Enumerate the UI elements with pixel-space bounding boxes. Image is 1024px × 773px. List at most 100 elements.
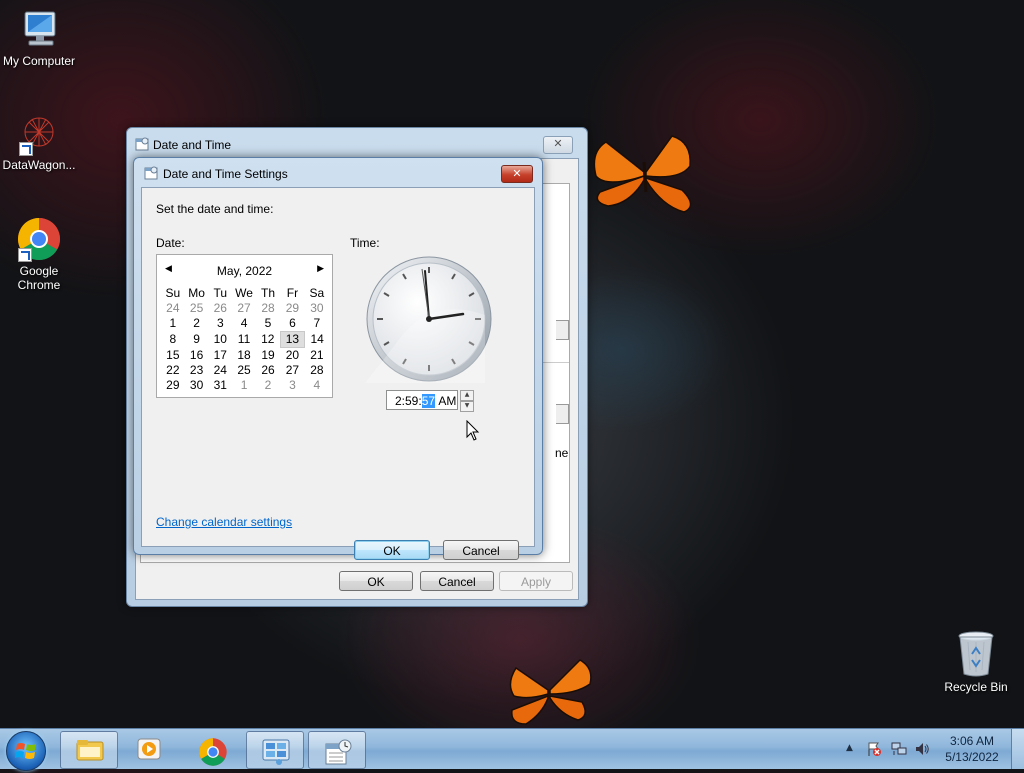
calendar-day[interactable]: 30 bbox=[185, 378, 209, 393]
cancel-button[interactable]: Cancel bbox=[443, 540, 519, 560]
calendar-day[interactable]: 1 bbox=[232, 378, 256, 393]
weekday-label: Th bbox=[261, 286, 276, 300]
weekday-label: We bbox=[235, 286, 253, 300]
calendar-day[interactable]: 30 bbox=[305, 301, 329, 316]
calendar-day[interactable]: 29 bbox=[280, 301, 305, 316]
calendar-week-row: 15 16 17 18 19 20 21 bbox=[161, 348, 329, 364]
calendar-day[interactable]: 27 bbox=[280, 363, 305, 378]
taskbar-control-panel-button[interactable] bbox=[246, 731, 304, 769]
calendar-day[interactable]: 6 bbox=[280, 316, 305, 332]
calendar-day[interactable]: 28 bbox=[256, 301, 280, 316]
volume-icon[interactable] bbox=[914, 741, 930, 760]
chrome-icon bbox=[198, 737, 228, 770]
calendar-day[interactable]: 29 bbox=[161, 378, 185, 393]
calendar-day[interactable]: 19 bbox=[256, 348, 280, 364]
taskbar-clock[interactable]: 3:06 AM 5/13/2022 bbox=[932, 733, 1012, 765]
start-button[interactable] bbox=[6, 731, 46, 771]
close-button[interactable]: ✕ bbox=[543, 136, 573, 154]
network-icon[interactable] bbox=[890, 741, 908, 760]
instruction-text: Set the date and time: bbox=[156, 202, 274, 216]
calendar[interactable]: ◀ May, 2022 ▶ Su Mo Tu We Th Fr Sa 24 25… bbox=[156, 254, 333, 398]
calendar-day[interactable]: 1 bbox=[161, 316, 185, 332]
desktop-icon-recycle-bin[interactable]: Recycle Bin bbox=[938, 630, 1014, 694]
taskbar-date-time-button[interactable] bbox=[308, 731, 366, 769]
calendar-day[interactable]: 3 bbox=[208, 316, 232, 332]
time-spinner[interactable]: ▲ ▼ bbox=[460, 390, 474, 412]
taskbar: ▲ 3:06 AM 5/13/2022 bbox=[0, 728, 1024, 771]
close-button[interactable]: ✕ bbox=[501, 165, 533, 183]
spin-down-icon[interactable]: ▼ bbox=[460, 401, 474, 412]
calendar-day[interactable]: 21 bbox=[305, 348, 329, 364]
desktop-icon-google-chrome[interactable]: Google Chrome bbox=[0, 216, 78, 292]
calendar-day[interactable]: 24 bbox=[208, 363, 232, 378]
calendar-day[interactable]: 23 bbox=[185, 363, 209, 378]
apply-button[interactable]: Apply bbox=[499, 571, 573, 591]
cancel-button[interactable]: Cancel bbox=[420, 571, 494, 591]
shortcut-arrow-icon bbox=[19, 142, 33, 156]
show-desktop-button[interactable] bbox=[1011, 729, 1024, 769]
panel-button-stub[interactable] bbox=[556, 320, 569, 340]
ok-button[interactable]: OK bbox=[354, 540, 430, 560]
close-icon: ✕ bbox=[553, 137, 563, 150]
date-time-icon bbox=[323, 738, 353, 769]
calendar-day[interactable]: 18 bbox=[232, 348, 256, 364]
desktop-icon-label: My Computer bbox=[2, 54, 76, 68]
time-ampm[interactable]: AM bbox=[438, 394, 456, 408]
calendar-day-selected[interactable]: 13 bbox=[279, 331, 306, 348]
calendar-day[interactable]: 12 bbox=[256, 332, 280, 348]
calendar-day[interactable]: 5 bbox=[256, 316, 280, 332]
ok-button[interactable]: OK bbox=[339, 571, 413, 591]
calendar-day[interactable]: 9 bbox=[185, 332, 209, 348]
weekday-label: Mo bbox=[188, 286, 205, 300]
shortcut-arrow-icon bbox=[18, 248, 32, 262]
calendar-week-row: 1 2 3 4 5 6 7 bbox=[161, 316, 329, 332]
spin-up-icon[interactable]: ▲ bbox=[460, 390, 474, 401]
calendar-day[interactable]: 15 bbox=[161, 348, 185, 364]
calendar-day[interactable]: 14 bbox=[305, 332, 329, 348]
time-seconds-selected[interactable]: 57 bbox=[421, 394, 436, 408]
weekday-header-row: Su Mo Tu We Th Fr Sa bbox=[161, 286, 329, 301]
calendar-day[interactable]: 26 bbox=[256, 363, 280, 378]
calendar-day[interactable]: 4 bbox=[232, 316, 256, 332]
calendar-day[interactable]: 26 bbox=[208, 301, 232, 316]
calendar-month-year[interactable]: May, 2022 bbox=[157, 264, 332, 278]
calendar-day[interactable]: 28 bbox=[305, 363, 329, 378]
calendar-day[interactable]: 8 bbox=[161, 332, 185, 348]
time-hours-minutes[interactable]: 2:59: bbox=[395, 394, 422, 408]
panel-button-stub[interactable] bbox=[556, 404, 569, 424]
calendar-day[interactable]: 20 bbox=[280, 348, 305, 364]
calendar-day[interactable]: 4 bbox=[305, 378, 329, 393]
next-month-icon[interactable]: ▶ bbox=[317, 264, 324, 274]
change-calendar-settings-link[interactable]: Change calendar settings bbox=[156, 515, 292, 529]
calendar-day[interactable]: 31 bbox=[208, 378, 232, 393]
desktop-icon-my-computer[interactable]: My Computer bbox=[0, 10, 78, 68]
media-player-icon bbox=[136, 737, 164, 764]
calendar-day[interactable]: 25 bbox=[232, 363, 256, 378]
desktop-icon-datawagon[interactable]: DataWagon... bbox=[0, 112, 78, 172]
calendar-day[interactable]: 25 bbox=[185, 301, 209, 316]
calendar-day[interactable]: 24 bbox=[161, 301, 185, 316]
dialog-title: Date and Time Settings bbox=[163, 167, 288, 181]
windows-logo-icon bbox=[15, 743, 36, 759]
taskbar-media-player-button[interactable] bbox=[122, 731, 178, 767]
weekday-label: Sa bbox=[309, 286, 325, 300]
desktop-icon-label: Google Chrome bbox=[17, 264, 61, 292]
calendar-day[interactable]: 17 bbox=[208, 348, 232, 364]
date-label: Date: bbox=[156, 236, 185, 250]
calendar-day[interactable]: 22 bbox=[161, 363, 185, 378]
time-input[interactable]: 2:59:57 AM bbox=[386, 390, 458, 410]
calendar-day[interactable]: 7 bbox=[305, 316, 329, 332]
calendar-day[interactable]: 11 bbox=[232, 332, 256, 348]
action-center-flag-icon[interactable] bbox=[866, 741, 882, 760]
butterfly-decoration-top bbox=[586, 132, 702, 217]
taskbar-explorer-button[interactable] bbox=[60, 731, 118, 769]
calendar-day[interactable]: 2 bbox=[185, 316, 209, 332]
taskbar-chrome-button[interactable] bbox=[184, 731, 240, 767]
calendar-day[interactable]: 2 bbox=[256, 378, 280, 393]
time-label: Time: bbox=[350, 236, 380, 250]
calendar-day[interactable]: 16 bbox=[185, 348, 209, 364]
calendar-day[interactable]: 3 bbox=[280, 378, 305, 393]
calendar-day[interactable]: 10 bbox=[208, 332, 232, 348]
show-hidden-icons-arrow-icon[interactable]: ▲ bbox=[846, 743, 853, 753]
calendar-day[interactable]: 27 bbox=[232, 301, 256, 316]
